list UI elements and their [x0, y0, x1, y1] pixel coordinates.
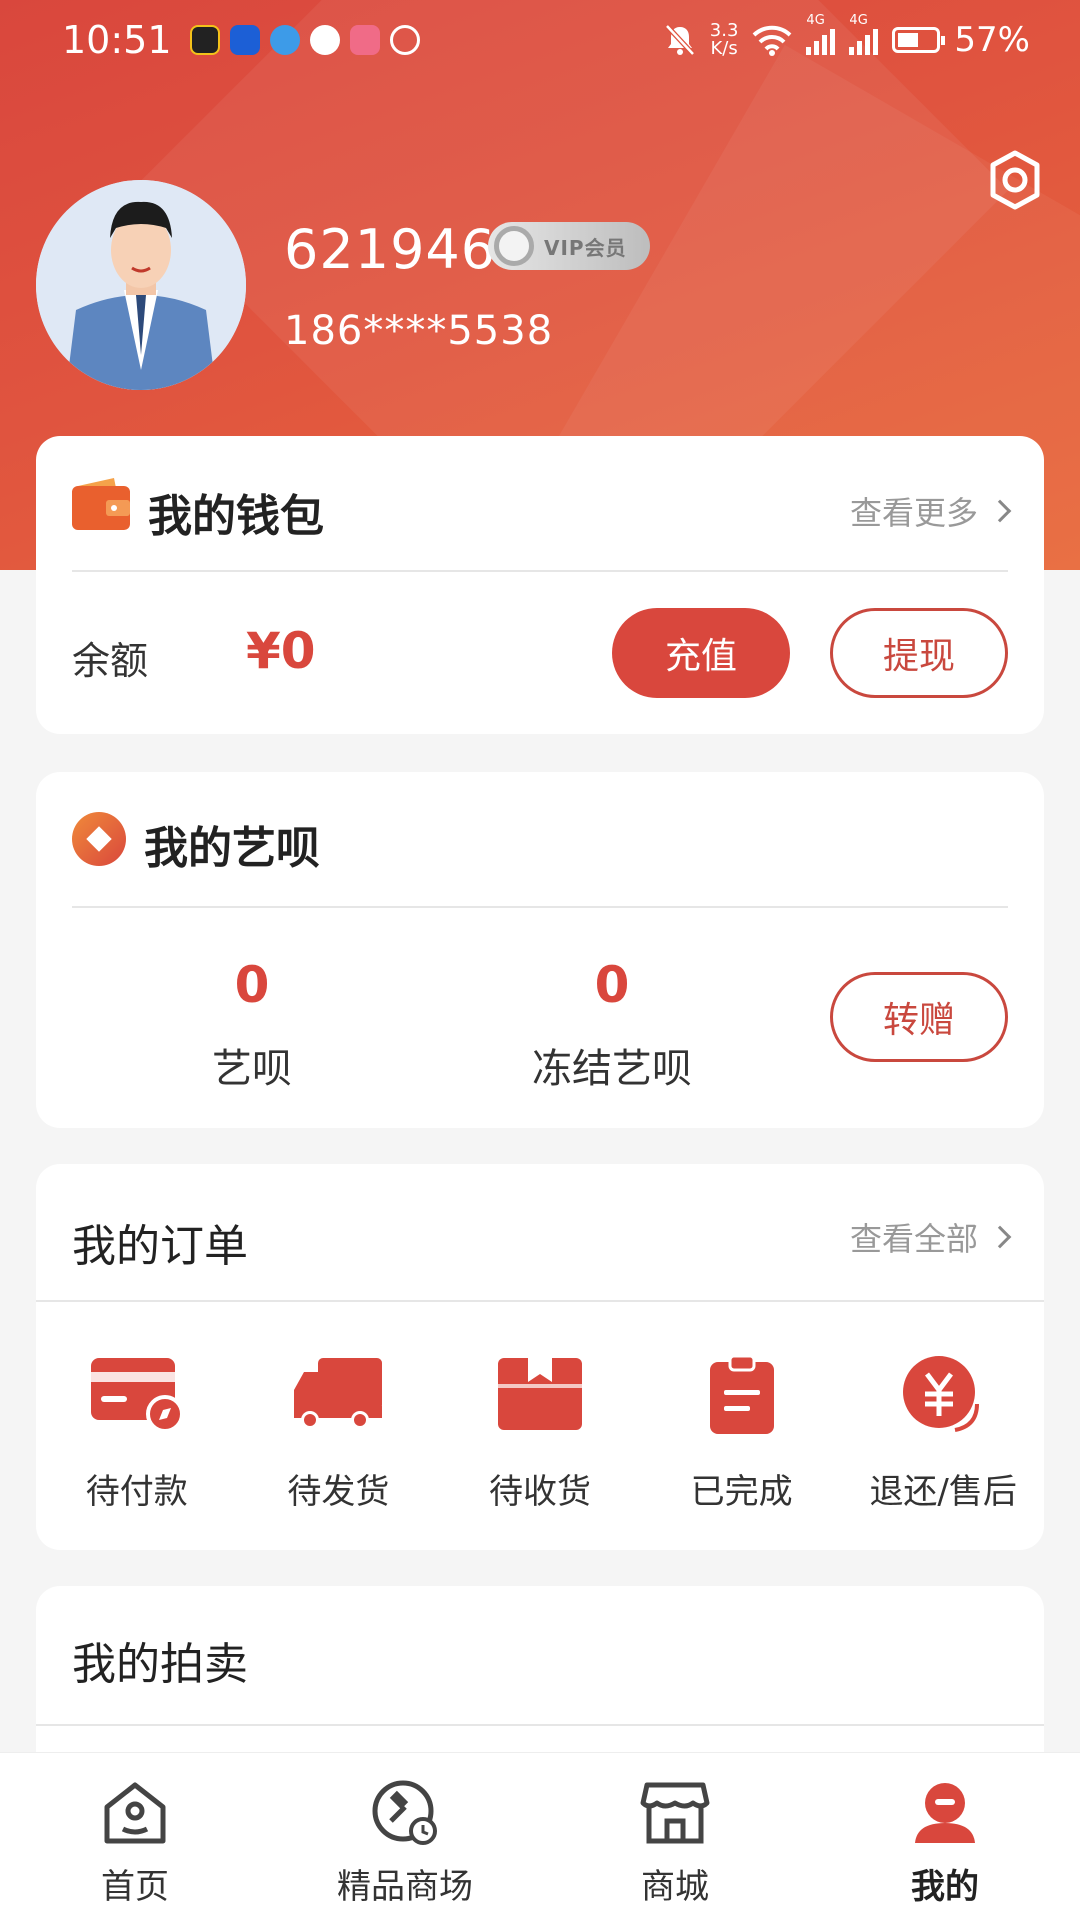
yibei-diamond-icon — [72, 812, 126, 866]
view-all-label: 查看全部 — [849, 1220, 978, 1258]
app-notification-icon — [189, 25, 220, 55]
clipboard-icon — [709, 1354, 774, 1434]
order-item-label: 待发货 — [287, 1472, 390, 1512]
tab-mine[interactable]: 我的 — [810, 1753, 1080, 1920]
divider — [72, 906, 1008, 908]
order-pending-receipt[interactable]: 待收货 — [439, 1354, 641, 1513]
order-item-label: 待付款 — [85, 1472, 188, 1512]
tab-label: 我的 — [911, 1867, 979, 1907]
notification-icons — [189, 25, 420, 55]
tab-label: 商城 — [641, 1867, 709, 1907]
bottom-tab-bar: 首页 精品商场 商城 我的 — [0, 1752, 1080, 1920]
orders-title: 我的订单 — [72, 1221, 248, 1272]
yibei-available-value: 0 — [234, 956, 270, 1014]
settings-gear-icon[interactable] — [985, 150, 1045, 210]
divider — [72, 570, 1008, 572]
phone-number: 186****5538 — [284, 308, 554, 354]
user-id: 621946 — [284, 218, 497, 281]
wallet-title: 我的钱包 — [148, 491, 324, 542]
card-pay-icon — [90, 1358, 184, 1433]
yibei-frozen-stat[interactable]: 0 冻结艺呗 — [462, 956, 762, 1094]
orders-view-all-link[interactable]: 查看全部 — [849, 1214, 1012, 1260]
truck-icon — [294, 1358, 383, 1429]
wifi-icon — [753, 25, 792, 56]
order-completed[interactable]: 已完成 — [641, 1354, 843, 1513]
tab-store[interactable]: 商城 — [540, 1753, 810, 1920]
app-notification-icon — [229, 25, 260, 55]
order-refund-aftersale[interactable]: 退还/售后 — [842, 1354, 1044, 1513]
balance-label: 余额 — [72, 639, 149, 683]
signal-bars-icon — [806, 25, 836, 55]
tab-label: 精品商场 — [337, 1867, 473, 1907]
order-item-label: 已完成 — [690, 1472, 793, 1512]
tab-home[interactable]: 首页 — [0, 1753, 270, 1920]
orders-card: 我的订单 查看全部 待付款 待发货 待收货 已完成 退还/售后 — [36, 1164, 1044, 1550]
tab-premium-mall[interactable]: 精品商场 — [270, 1753, 540, 1920]
yibei-frozen-value: 0 — [594, 956, 630, 1014]
auction-title[interactable]: 我的拍卖 — [72, 1628, 248, 1692]
status-bar: 10:51 3.3 K/s 4G 4G 57% — [0, 0, 1080, 80]
vip-label: VIP会员 — [544, 235, 627, 260]
yibei-available-stat[interactable]: 0 艺呗 — [102, 956, 402, 1094]
wallet-card: 我的钱包 查看更多 余额 ¥0 充值 提现 — [36, 436, 1044, 734]
recharge-button[interactable]: 充值 — [612, 608, 790, 698]
avatar-illustration — [36, 180, 246, 390]
balance-value: ¥0 — [246, 622, 316, 680]
transfer-button[interactable]: 转赠 — [830, 972, 1008, 1062]
status-time: 10:51 — [62, 18, 172, 62]
vip-badge[interactable]: VIP会员 — [488, 222, 650, 270]
auction-hammer-icon — [372, 1780, 437, 1845]
app-notification-icon — [269, 25, 300, 55]
order-status-list: 待付款 待发货 待收货 已完成 退还/售后 — [36, 1354, 1044, 1513]
order-pending-payment[interactable]: 待付款 — [36, 1354, 238, 1513]
divider — [36, 1724, 1044, 1726]
withdraw-button[interactable]: 提现 — [830, 608, 1008, 698]
yibei-title: 我的艺呗 — [144, 823, 320, 874]
battery-percent: 57% — [954, 20, 1030, 60]
wallet-view-more-link[interactable]: 查看更多 — [849, 488, 1012, 534]
package-icon — [497, 1358, 582, 1430]
book-notification-icon — [349, 25, 380, 55]
yen-refund-icon — [903, 1356, 980, 1432]
yibei-card: 我的艺呗 0 艺呗 0 冻结艺呗 转赠 — [36, 772, 1044, 1128]
avatar[interactable] — [36, 180, 246, 390]
yibei-frozen-label: 冻结艺呗 — [532, 1046, 692, 1092]
tab-label: 首页 — [101, 1867, 169, 1907]
chat-notification-icon — [309, 25, 340, 55]
signal-bars-icon — [849, 25, 879, 55]
person-icon — [915, 1783, 975, 1843]
wallet-icon — [72, 478, 130, 530]
order-item-label: 退还/售后 — [869, 1472, 1017, 1512]
order-pending-shipment[interactable]: 待发货 — [238, 1354, 440, 1513]
mute-bell-icon — [664, 24, 695, 56]
signal-strength-2: 4G — [849, 13, 879, 55]
signal-strength-1: 4G — [806, 13, 836, 55]
battery-icon — [892, 27, 946, 53]
view-more-label: 查看更多 — [849, 494, 978, 532]
network-speed: 3.3 K/s — [709, 20, 739, 59]
chevron-right-icon — [988, 499, 1012, 523]
chevron-right-icon — [988, 1225, 1012, 1249]
alarm-icon — [389, 25, 420, 55]
yibei-available-label: 艺呗 — [212, 1046, 292, 1092]
order-item-label: 待收货 — [488, 1472, 591, 1512]
vip-shield-icon — [494, 226, 534, 266]
divider — [36, 1300, 1044, 1302]
home-icon — [104, 1782, 166, 1844]
store-icon — [640, 1782, 710, 1844]
